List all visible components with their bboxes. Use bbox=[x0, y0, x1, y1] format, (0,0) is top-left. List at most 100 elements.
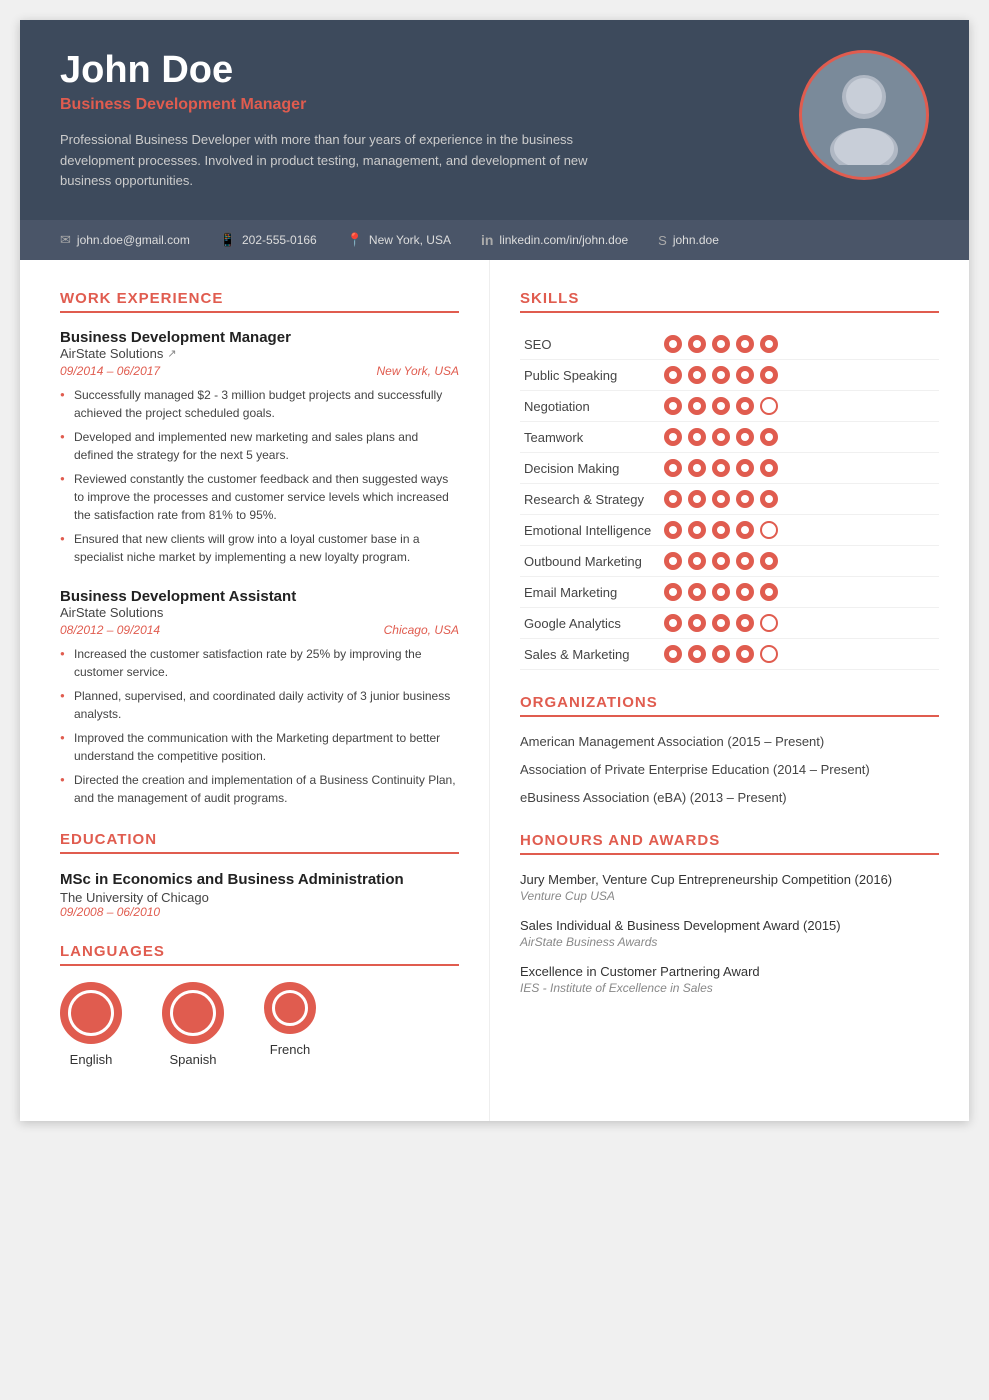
dot-4-0 bbox=[664, 459, 682, 477]
dot-1-1 bbox=[688, 366, 706, 384]
award-source-2: IES - Institute of Excellence in Sales bbox=[520, 981, 939, 995]
job-2-company: AirState Solutions bbox=[60, 605, 459, 620]
dot-3-1 bbox=[688, 428, 706, 446]
dot-6-3 bbox=[736, 521, 754, 539]
skill-dots-6 bbox=[660, 515, 939, 546]
job-2-bullet-4: Directed the creation and implementation… bbox=[60, 771, 459, 807]
email-icon: ✉ bbox=[60, 232, 71, 248]
contact-skype: S john.doe bbox=[658, 233, 719, 248]
language-english: English bbox=[60, 982, 122, 1067]
dot-2-3 bbox=[736, 397, 754, 415]
award-source-1: AirState Business Awards bbox=[520, 935, 939, 949]
dot-9-4 bbox=[760, 614, 778, 632]
skype-icon: S bbox=[658, 233, 667, 248]
edu-1-school: The University of Chicago bbox=[60, 890, 459, 905]
skill-row-2: Negotiation bbox=[520, 391, 939, 422]
language-spanish: Spanish bbox=[162, 982, 224, 1067]
dot-6-0 bbox=[664, 521, 682, 539]
contact-bar: ✉ john.doe@gmail.com 📱 202-555-0166 📍 Ne… bbox=[20, 220, 969, 260]
dot-3-0 bbox=[664, 428, 682, 446]
edu-1-degree: MSc in Economics and Business Administra… bbox=[60, 870, 459, 890]
english-label: English bbox=[70, 1052, 113, 1067]
edu-1: MSc in Economics and Business Administra… bbox=[60, 870, 459, 919]
dot-0-1 bbox=[688, 335, 706, 353]
spanish-circle bbox=[162, 982, 224, 1044]
dot-10-1 bbox=[688, 645, 706, 663]
dot-9-2 bbox=[712, 614, 730, 632]
phone-icon: 📱 bbox=[220, 232, 236, 248]
award-title-1: Sales Individual & Business Development … bbox=[520, 917, 939, 935]
dot-4-3 bbox=[736, 459, 754, 477]
edu-1-date: 09/2008 – 06/2010 bbox=[60, 905, 459, 919]
skill-dots-4 bbox=[660, 453, 939, 484]
dot-7-2 bbox=[712, 552, 730, 570]
dot-7-4 bbox=[760, 552, 778, 570]
skill-name-5: Research & Strategy bbox=[520, 484, 660, 515]
dot-3-4 bbox=[760, 428, 778, 446]
header-section: John Doe Business Development Manager Pr… bbox=[20, 20, 969, 220]
job-2-location: Chicago, USA bbox=[384, 623, 459, 637]
dot-8-2 bbox=[712, 583, 730, 601]
education-section: EDUCATION MSc in Economics and Business … bbox=[60, 831, 459, 919]
dot-5-0 bbox=[664, 490, 682, 508]
dot-7-3 bbox=[736, 552, 754, 570]
dot-2-1 bbox=[688, 397, 706, 415]
job-2-title: Business Development Assistant bbox=[60, 588, 459, 605]
left-column: WORK EXPERIENCE Business Development Man… bbox=[20, 260, 490, 1121]
dot-2-2 bbox=[712, 397, 730, 415]
dot-5-1 bbox=[688, 490, 706, 508]
french-circle bbox=[264, 982, 316, 1034]
right-column: SKILLS SEOPublic SpeakingNegotiationTeam… bbox=[490, 260, 969, 1121]
job-1-meta: 09/2014 – 06/2017 New York, USA bbox=[60, 364, 459, 378]
skill-row-0: SEO bbox=[520, 329, 939, 360]
dot-4-1 bbox=[688, 459, 706, 477]
dot-7-1 bbox=[688, 552, 706, 570]
contact-email: ✉ john.doe@gmail.com bbox=[60, 232, 190, 248]
job-2-dates: 08/2012 – 09/2014 bbox=[60, 623, 160, 637]
skill-row-3: Teamwork bbox=[520, 422, 939, 453]
skill-row-5: Research & Strategy bbox=[520, 484, 939, 515]
job-2-bullets: Increased the customer satisfaction rate… bbox=[60, 645, 459, 807]
skill-row-4: Decision Making bbox=[520, 453, 939, 484]
dot-1-3 bbox=[736, 366, 754, 384]
skill-dots-2 bbox=[660, 391, 939, 422]
languages-row: English Spanish French bbox=[60, 982, 459, 1067]
skill-dots-3 bbox=[660, 422, 939, 453]
dot-1-4 bbox=[760, 366, 778, 384]
dot-10-0 bbox=[664, 645, 682, 663]
skill-dots-5 bbox=[660, 484, 939, 515]
skill-name-2: Negotiation bbox=[520, 391, 660, 422]
dot-7-0 bbox=[664, 552, 682, 570]
candidate-photo bbox=[799, 50, 929, 180]
job-2-bullet-1: Increased the customer satisfaction rate… bbox=[60, 645, 459, 681]
organizations-section: ORGANIZATIONS American Management Associ… bbox=[520, 694, 939, 808]
spanish-label: Spanish bbox=[170, 1052, 217, 1067]
job-2-meta: 08/2012 – 09/2014 Chicago, USA bbox=[60, 623, 459, 637]
dot-5-2 bbox=[712, 490, 730, 508]
dot-4-4 bbox=[760, 459, 778, 477]
skill-dots-10 bbox=[660, 639, 939, 670]
skill-name-7: Outbound Marketing bbox=[520, 546, 660, 577]
skill-row-9: Google Analytics bbox=[520, 608, 939, 639]
award-item-2: Excellence in Customer Partnering AwardI… bbox=[520, 963, 939, 995]
candidate-summary: Professional Business Developer with mor… bbox=[60, 130, 640, 192]
job-2: Business Development Assistant AirState … bbox=[60, 588, 459, 807]
dot-0-4 bbox=[760, 335, 778, 353]
dot-1-2 bbox=[712, 366, 730, 384]
honours-title: HONOURS AND AWARDS bbox=[520, 832, 939, 855]
skill-row-8: Email Marketing bbox=[520, 577, 939, 608]
candidate-name: John Doe bbox=[60, 50, 779, 92]
org-item-2: eBusiness Association (eBA) (2013 – Pres… bbox=[520, 789, 939, 807]
work-experience-section: WORK EXPERIENCE Business Development Man… bbox=[60, 290, 459, 807]
contact-linkedin: in linkedin.com/in/john.doe bbox=[481, 232, 628, 248]
languages-title: LANGUAGES bbox=[60, 943, 459, 966]
languages-section: LANGUAGES English Spanish bbox=[60, 943, 459, 1067]
candidate-title: Business Development Manager bbox=[60, 96, 779, 114]
english-circle bbox=[60, 982, 122, 1044]
dot-0-0 bbox=[664, 335, 682, 353]
skill-dots-1 bbox=[660, 360, 939, 391]
work-experience-title: WORK EXPERIENCE bbox=[60, 290, 459, 313]
resume-container: John Doe Business Development Manager Pr… bbox=[20, 20, 969, 1121]
honours-section: HONOURS AND AWARDS Jury Member, Venture … bbox=[520, 832, 939, 996]
skill-dots-9 bbox=[660, 608, 939, 639]
